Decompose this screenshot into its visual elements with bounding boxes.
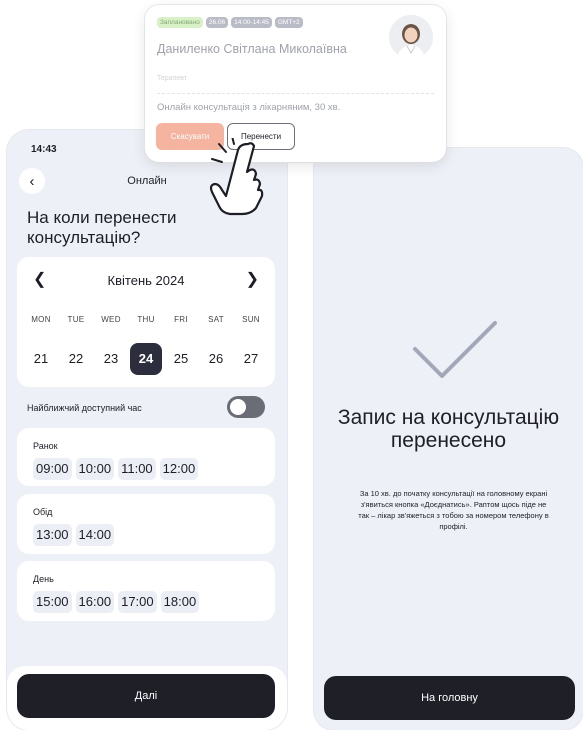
toggle-knob	[230, 399, 246, 415]
slot-group-day: День 15:00 16:00 17:00 18:00	[17, 561, 275, 621]
hand-pointer-icon	[209, 138, 264, 216]
status-time: 14:43	[31, 144, 57, 155]
calendar-day[interactable]: 21	[25, 343, 57, 375]
badge-row: Заплановано 26.06 14:00-14:45 GMT+2	[157, 17, 303, 28]
divider	[157, 93, 434, 94]
weekday-label: THU	[137, 315, 155, 324]
time-slot[interactable]: 10:00	[75, 458, 115, 480]
day-row: 21 22 23 24 25 26 27	[25, 343, 267, 375]
slot-group-title: Обід	[33, 507, 53, 517]
slot-group-morning: Ранок 09:00 10:00 11:00 12:00	[17, 428, 275, 486]
calendar-day-selected[interactable]: 24	[130, 343, 162, 375]
weekday-label: SAT	[208, 315, 224, 324]
calendar-day[interactable]: 25	[165, 343, 197, 375]
time-slot[interactable]: 12:00	[159, 458, 199, 480]
time-slot[interactable]: 15:00	[33, 591, 72, 613]
weekday-label: TUE	[67, 315, 85, 324]
calendar-day[interactable]: 26	[200, 343, 232, 375]
timezone-badge: GMT+2	[274, 17, 303, 28]
status-badge: Заплановано	[157, 17, 203, 28]
calendar-day[interactable]: 23	[95, 343, 127, 375]
doctor-role: Терапевт	[157, 75, 188, 82]
weekday-label: SUN	[242, 315, 260, 324]
time-slot[interactable]: 16:00	[75, 591, 115, 613]
weekday-label: MON	[31, 315, 51, 324]
calendar-day[interactable]: 22	[60, 343, 92, 375]
next-month-button[interactable]: ❯	[246, 269, 259, 289]
success-screen: Запис на консультацію перенесено За 10 х…	[314, 148, 583, 730]
slot-row: 13:00 14:00	[33, 524, 115, 546]
weekday-row: MON TUE WED THU FRI SAT SUN	[25, 315, 267, 324]
weekday-label: FRI	[174, 315, 188, 324]
slot-group-title: Ранок	[33, 441, 58, 451]
time-slot[interactable]: 13:00	[33, 524, 72, 546]
doctor-name: Даниленко Світлана Миколаївна	[157, 42, 347, 56]
success-title: Запис на консультацію перенесено	[337, 406, 560, 452]
time-slot[interactable]: 09:00	[33, 458, 72, 480]
slot-row: 09:00 10:00 11:00 12:00	[33, 458, 199, 480]
success-text: За 10 хв. до початку консультації на гол…	[358, 489, 549, 531]
avatar	[389, 15, 433, 59]
calendar-day[interactable]: 27	[235, 343, 267, 375]
time-slot[interactable]: 11:00	[118, 458, 156, 480]
time-slot[interactable]: 18:00	[160, 591, 200, 613]
calendar-month: Квітень 2024	[107, 273, 185, 288]
weekday-label: WED	[101, 315, 121, 324]
slot-row: 15:00 16:00 17:00 18:00	[33, 591, 200, 613]
calendar: ❮ Квітень 2024 ❯ MON TUE WED THU FRI SAT…	[17, 257, 275, 387]
appointment-card: Заплановано 26.06 14:00-14:45 GMT+2 Дани…	[145, 5, 446, 162]
appointment-description: Онлайн консультація з лікарняним, 30 хв.	[157, 102, 341, 113]
time-badge: 14:00-14:45	[231, 17, 272, 28]
reschedule-screen: 14:43 ‹ Онлайн На коли перенести консуль…	[7, 130, 287, 730]
time-slot[interactable]: 17:00	[118, 591, 157, 613]
checkmark-icon	[413, 321, 497, 378]
nearest-time-label: Найближчий доступний час	[27, 403, 142, 413]
date-badge: 26.06	[205, 17, 229, 28]
next-button[interactable]: Далі	[17, 674, 275, 718]
slot-group-title: День	[33, 574, 54, 584]
nearest-time-toggle[interactable]	[227, 396, 265, 418]
doctor-photo	[389, 15, 433, 59]
slot-group-lunch: Обід 13:00 14:00	[17, 494, 275, 554]
time-slot[interactable]: 14:00	[75, 524, 115, 546]
home-button[interactable]: На головну	[324, 676, 575, 720]
